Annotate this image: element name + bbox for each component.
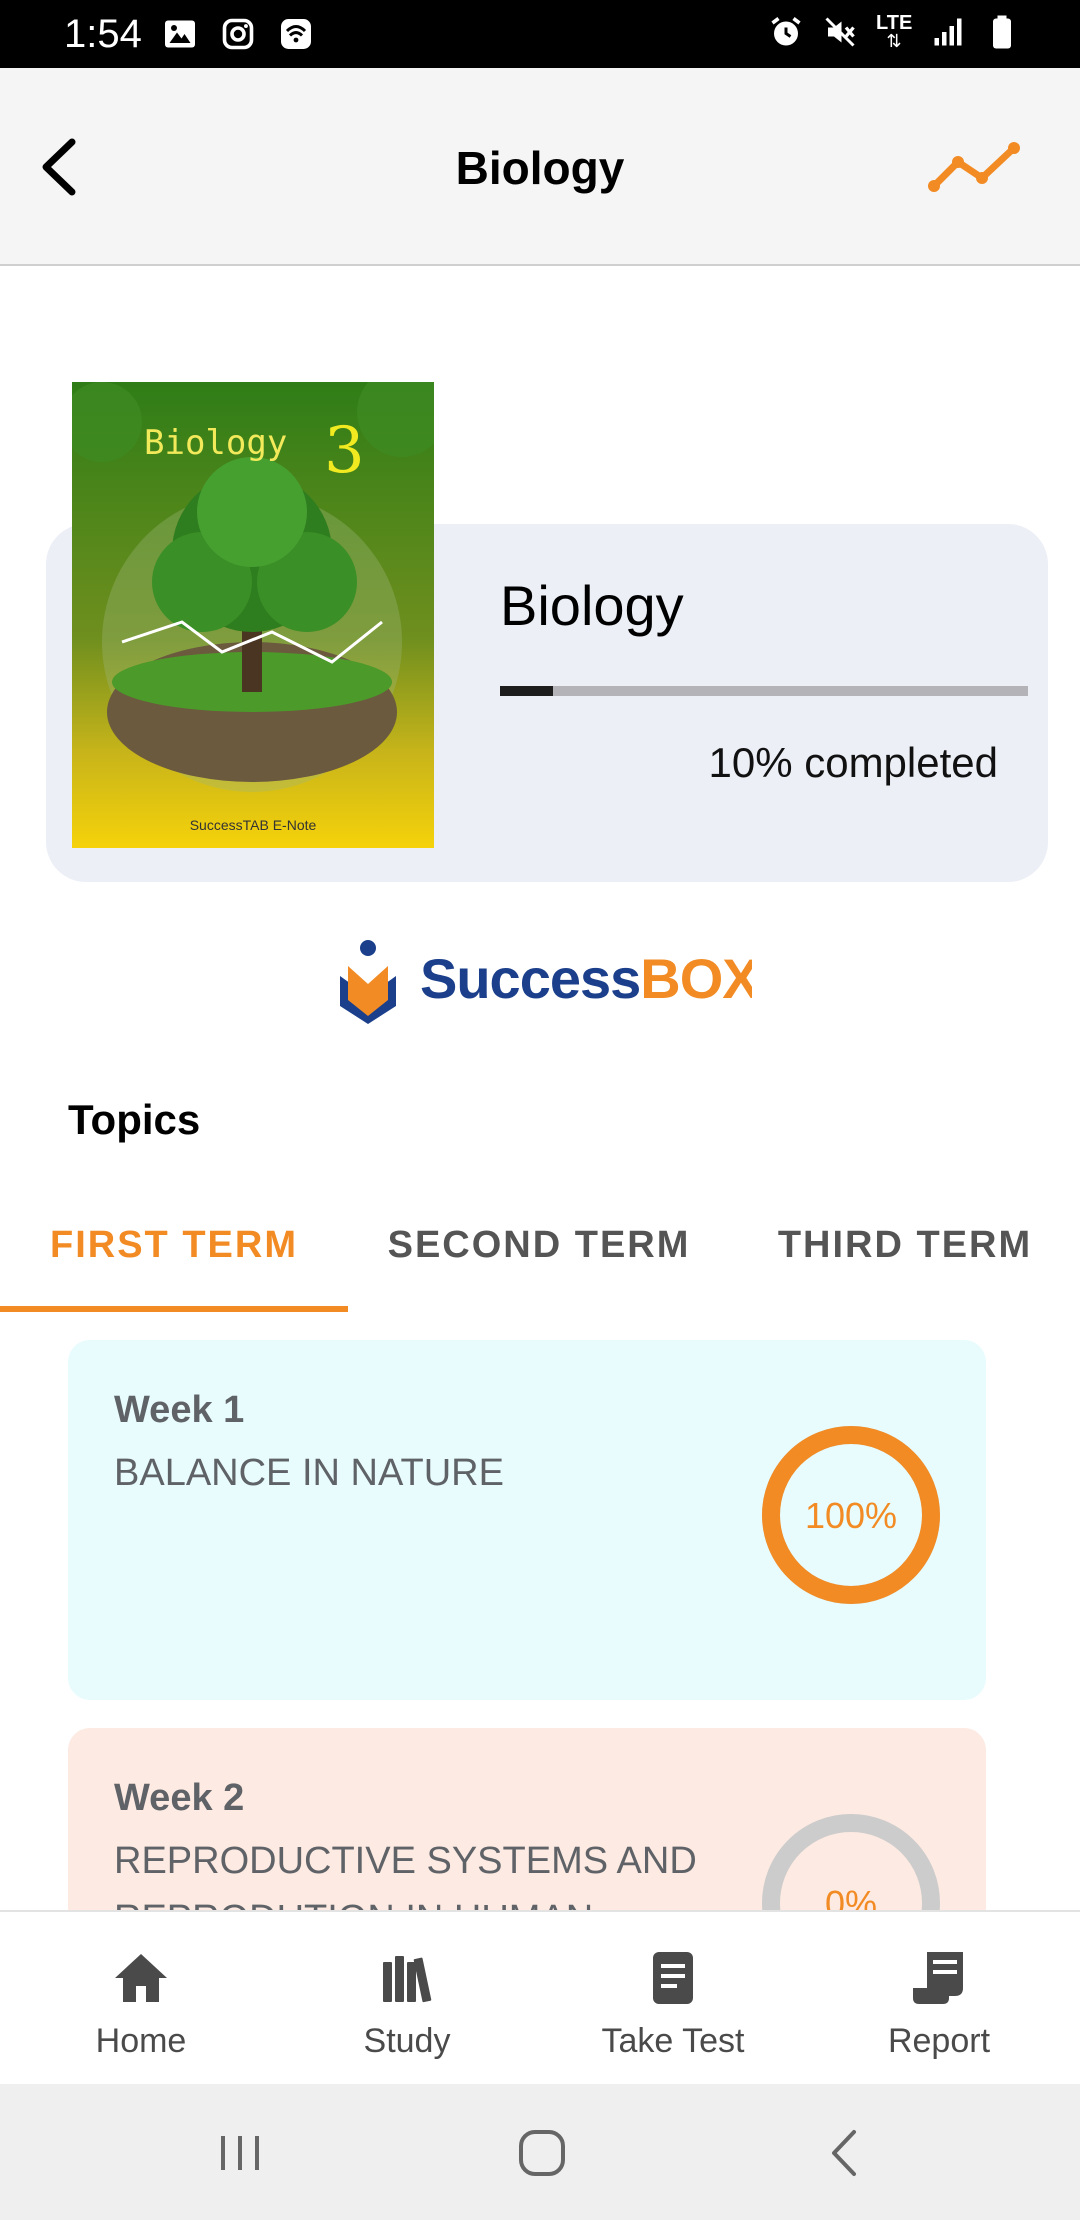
report-icon bbox=[913, 1952, 963, 2004]
logo-text-main: Success bbox=[420, 947, 640, 1010]
document-icon bbox=[653, 1952, 693, 2004]
recents-icon[interactable] bbox=[205, 2118, 275, 2188]
progress-text: 10% completed bbox=[708, 739, 998, 786]
cover-title: Biology bbox=[144, 423, 287, 463]
trend-line-icon[interactable] bbox=[926, 132, 1026, 202]
home-circle-icon[interactable] bbox=[507, 2118, 577, 2188]
nav-label: Report bbox=[887, 2022, 991, 2060]
status-bar: 1:54 LTE ⇅ bbox=[0, 0, 1080, 68]
progress-ring-label: 100% bbox=[805, 1495, 897, 1536]
lte-icon: LTE ⇅ bbox=[876, 12, 913, 51]
books-icon bbox=[383, 1956, 432, 2003]
wifi-calling-icon bbox=[281, 19, 311, 49]
successbox-logo: SuccessBOX bbox=[340, 940, 752, 1024]
battery-icon bbox=[993, 15, 1011, 49]
tab-first-term[interactable]: FIRST TERM bbox=[0, 1200, 348, 1312]
book-cover-image: Biology 3 SuccessTAB E-Note bbox=[72, 382, 434, 848]
alarm-icon bbox=[771, 17, 801, 46]
nav-label: Home bbox=[95, 2022, 187, 2060]
tab-third-term[interactable]: THIRD TERM bbox=[730, 1200, 1080, 1312]
tab-second-term[interactable]: SECOND TERM bbox=[348, 1200, 730, 1312]
nav-take-test[interactable]: Take Test bbox=[538, 1912, 808, 2086]
week-card[interactable]: Week 1 BALANCE IN NATURE 100% bbox=[68, 1340, 986, 1700]
progress-ring: 0% bbox=[762, 1814, 940, 1910]
week-list: Week 1 BALANCE IN NATURE 100% Week 2 REP… bbox=[0, 1312, 1080, 1910]
progress-bar bbox=[500, 686, 1028, 696]
instagram-icon bbox=[222, 18, 254, 50]
svg-text:SuccessBOX: SuccessBOX bbox=[420, 947, 752, 1010]
week-topic: REPRODUCTIVE SYSTEMS AND REPRODUTION IN … bbox=[114, 1840, 697, 1910]
cover-footer: SuccessTAB E-Note bbox=[190, 817, 317, 833]
nav-label: Take Test bbox=[601, 2022, 745, 2060]
logo-text-accent: BOX bbox=[640, 947, 752, 1010]
week-label: Week 2 bbox=[114, 1777, 245, 1819]
logo-book-icon bbox=[340, 940, 396, 1024]
progress-ring: 100% bbox=[762, 1426, 940, 1604]
app-bar: Biology bbox=[0, 68, 1080, 266]
topics-heading: Topics bbox=[68, 1096, 201, 1143]
mute-icon bbox=[825, 17, 855, 47]
status-time: 1:54 bbox=[64, 12, 142, 56]
term-tabs: FIRST TERM SECOND TERM THIRD TERM bbox=[0, 1200, 1080, 1312]
week-label: Week 1 bbox=[114, 1389, 245, 1431]
nav-report[interactable]: Report bbox=[804, 1912, 1074, 2086]
nav-label: Study bbox=[363, 2022, 451, 2060]
system-navigation-bar bbox=[0, 2084, 1080, 2220]
cover-number: 3 bbox=[324, 414, 365, 488]
progress-ring-label: 0% bbox=[825, 1883, 877, 1910]
page-title: Biology bbox=[455, 142, 625, 194]
signal-icon bbox=[934, 18, 962, 46]
back-icon[interactable] bbox=[810, 2118, 880, 2188]
book-title: Biology bbox=[500, 574, 684, 637]
progress-bar-fill bbox=[500, 686, 553, 696]
nav-study[interactable]: Study bbox=[272, 1912, 542, 2086]
week-card[interactable]: Week 2 REPRODUCTIVE SYSTEMS AND REPRODUT… bbox=[68, 1728, 986, 1910]
nav-home[interactable]: Home bbox=[6, 1912, 276, 2086]
image-icon bbox=[165, 20, 195, 48]
week-topic: BALANCE IN NATURE bbox=[114, 1452, 504, 1494]
bottom-navigation: Home Study Take Test Report bbox=[0, 1910, 1080, 2086]
home-icon bbox=[115, 1954, 167, 2002]
